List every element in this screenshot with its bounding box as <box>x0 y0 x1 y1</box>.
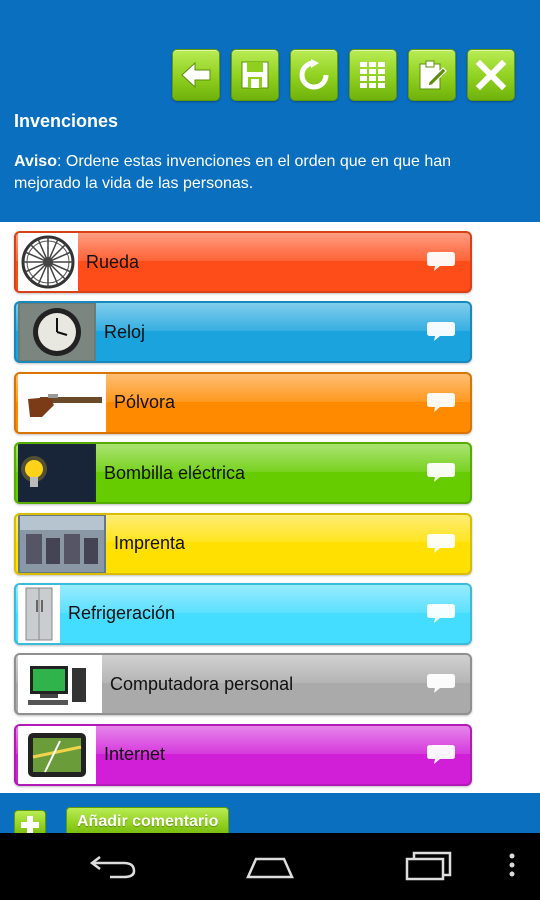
comment-bubble-icon[interactable] <box>426 743 456 765</box>
gps-device-image <box>18 725 96 784</box>
list-item-computadora[interactable]: Computadora personal <box>14 653 472 716</box>
pistol-image <box>18 373 106 432</box>
back-button[interactable] <box>172 49 220 101</box>
back-arrow-icon <box>181 61 211 89</box>
printing-press-image <box>18 514 106 573</box>
list-item-internet[interactable]: Internet <box>14 723 472 786</box>
add-button[interactable] <box>14 810 46 833</box>
close-button[interactable] <box>467 49 515 101</box>
wheel-image <box>18 233 78 291</box>
edit-clipboard-icon <box>419 60 447 90</box>
item-label: Refrigeración <box>68 603 176 624</box>
item-label: Rueda <box>86 251 140 272</box>
back-nav-icon[interactable] <box>88 851 138 881</box>
list-item-refrigeracion[interactable]: Refrigeración <box>14 582 472 645</box>
comment-bubble-icon[interactable] <box>426 320 456 342</box>
notice-text: Aviso: Ordene estas invenciones en el or… <box>14 151 514 195</box>
plus-icon <box>21 816 39 833</box>
clock-image <box>18 303 96 362</box>
edit-button[interactable] <box>408 49 456 101</box>
bottom-bar: Añadir comentario <box>0 793 540 833</box>
menu-dots-icon[interactable] <box>506 851 518 881</box>
comment-bubble-icon[interactable] <box>426 461 456 483</box>
close-icon <box>475 59 507 91</box>
recent-apps-icon[interactable] <box>404 851 454 881</box>
comment-bubble-icon[interactable] <box>426 250 456 272</box>
refrigerator-image <box>18 584 60 643</box>
item-label: Computadora personal <box>110 673 294 694</box>
save-icon <box>241 61 269 89</box>
add-comment-button[interactable]: Añadir comentario <box>66 807 230 833</box>
list-item-rueda[interactable]: Rueda <box>14 231 472 293</box>
comment-bubble-icon[interactable] <box>426 602 456 624</box>
list-item-imprenta[interactable]: Imprenta <box>14 512 472 575</box>
item-label: Internet <box>104 744 166 765</box>
list-item-bombilla[interactable]: Bombilla eléctrica <box>14 442 472 505</box>
refresh-icon <box>299 59 329 90</box>
list-icon <box>360 62 385 88</box>
inventions-list: Rueda Reloj Pólvora Bombilla eléctrica I… <box>14 231 472 794</box>
item-label: Bombilla eléctrica <box>104 462 246 483</box>
comment-bubble-icon[interactable] <box>426 672 456 694</box>
computer-image <box>18 655 102 714</box>
light-bulb-image <box>18 444 96 503</box>
comment-bubble-icon[interactable] <box>426 391 456 413</box>
list-item-polvora[interactable]: Pólvora <box>14 371 472 434</box>
notice-body: : Ordene estas invenciones en el orden q… <box>14 153 452 192</box>
item-label: Imprenta <box>114 533 186 554</box>
refresh-button[interactable] <box>290 49 338 101</box>
save-button[interactable] <box>231 49 279 101</box>
item-label: Reloj <box>104 321 146 342</box>
android-nav-bar <box>0 833 540 900</box>
toolbar <box>172 49 515 101</box>
comment-bubble-icon[interactable] <box>426 532 456 554</box>
header: Invenciones Aviso: Ordene estas invencio… <box>0 0 540 222</box>
list-button[interactable] <box>349 49 397 101</box>
home-nav-icon[interactable] <box>244 851 296 881</box>
list-item-reloj[interactable]: Reloj <box>14 301 472 364</box>
item-label: Pólvora <box>114 392 176 413</box>
page-title: Invenciones <box>14 111 119 131</box>
notice-label: Aviso <box>14 153 57 170</box>
